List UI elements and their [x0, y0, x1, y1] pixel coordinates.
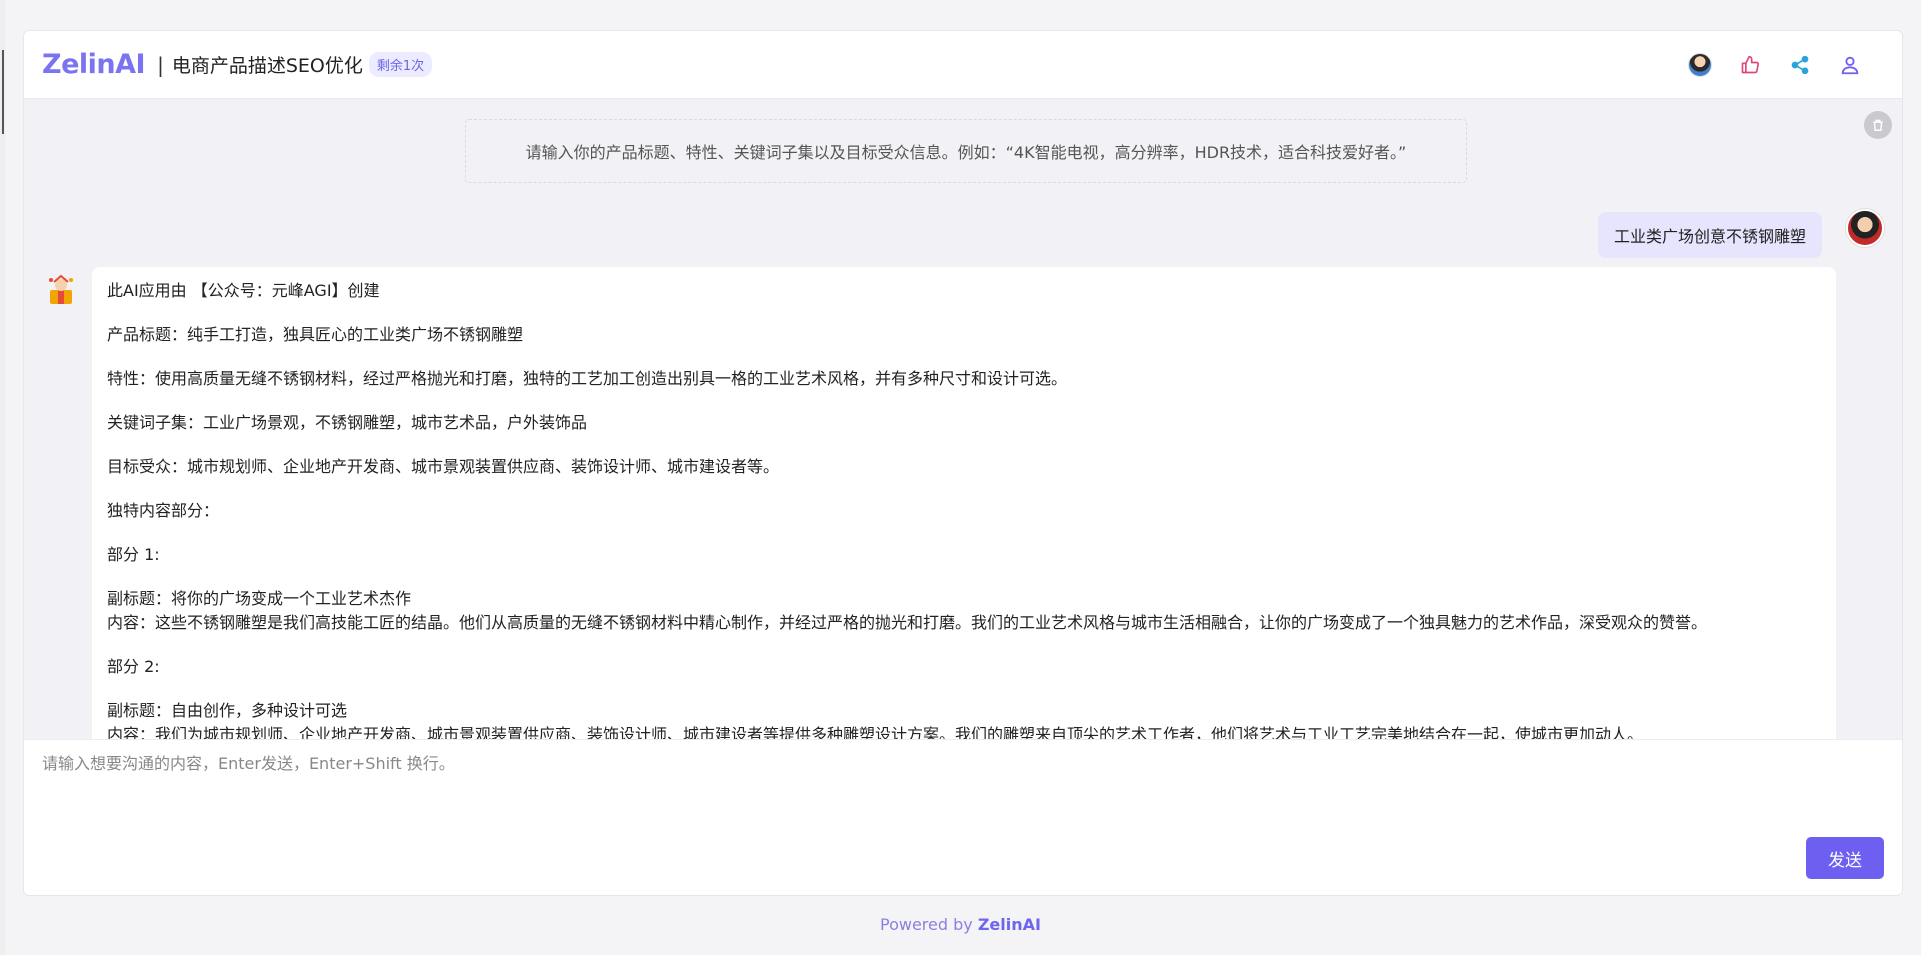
bot-message-line: 此AI应用由 【公众号：元峰AGI】创建 [107, 281, 380, 300]
trash-icon [1873, 119, 1883, 131]
remaining-badge: 剩余1次 [368, 52, 433, 77]
user-avatar-icon[interactable] [1688, 52, 1712, 77]
footer: Powered by ZelinAI [0, 915, 1921, 934]
share-icon[interactable] [1788, 53, 1812, 77]
message-input[interactable] [42, 750, 1442, 810]
header-actions [1688, 52, 1884, 77]
avatar [1688, 52, 1712, 77]
header: ZelinAI | 电商产品描述SEO优化 剩余1次 [24, 31, 1902, 99]
bot-message-line: 独特内容部分： [107, 501, 220, 520]
bot-message-line: 副标题：自由创作，多种设计可选 [107, 701, 348, 720]
logo: ZelinAI [42, 49, 146, 80]
bot-message-line: 部分 2: [107, 657, 160, 676]
bot-message-line: 内容：我们为城市规划师、企业地产开发商、城市景观装置供应商、装饰设计师、城市建设… [107, 725, 1644, 739]
user-message-avatar [1846, 209, 1884, 247]
thumbs-up-icon[interactable] [1738, 53, 1762, 77]
left-scroll-indicator [2, 50, 4, 134]
chat-area: 请输入你的产品标题、特性、关键词子集以及目标受众信息。例如：“4K智能电视，高分… [24, 99, 1902, 739]
send-button[interactable]: 发送 [1806, 837, 1884, 879]
user-message-bubble: 工业类广场创意不锈钢雕塑 [1597, 212, 1822, 258]
clear-chat-button[interactable] [1864, 111, 1892, 139]
app-title: 电商产品描述SEO优化 [171, 55, 363, 77]
bot-message-line: 部分 1: [107, 545, 160, 564]
powered-by-text: Powered by [880, 915, 973, 934]
left-edge-strip [0, 0, 5, 955]
title-separator: | [157, 52, 164, 77]
footer-brand[interactable]: ZelinAI [978, 915, 1041, 934]
user-profile-icon[interactable] [1838, 53, 1862, 77]
bot-message-line: 副标题：将你的广场变成一个工业艺术杰作 [107, 589, 412, 608]
bot-message-bubble: 此AI应用由 【公众号：元峰AGI】创建 产品标题：纯手工打造，独具匠心的工业类… [92, 267, 1836, 739]
bot-message-line: 产品标题：纯手工打造，独具匠心的工业类广场不锈钢雕塑 [107, 325, 524, 344]
bot-message-line: 关键词子集：工业广场景观，不锈钢雕塑，城市艺术品，户外装饰品 [107, 413, 588, 432]
input-hint-box: 请输入你的产品标题、特性、关键词子集以及目标受众信息。例如：“4K智能电视，高分… [465, 119, 1467, 183]
bot-message-line: 特性：使用高质量无缝不锈钢材料，经过严格抛光和打磨，独特的工艺加工创造出别具一格… [107, 369, 1068, 388]
composer: 发送 [24, 739, 1902, 895]
bot-message-line: 内容：这些不锈钢雕塑是我们高技能工匠的结晶。他们从高质量的无缝不锈钢材料中精心制… [107, 613, 1708, 632]
bot-message-line: 目标受众：城市规划师、企业地产开发商、城市景观装置供应商、装饰设计师、城市建设者… [107, 457, 780, 476]
app-window: ZelinAI | 电商产品描述SEO优化 剩余1次 请输入你的产品标题、特性、… [23, 30, 1903, 896]
bot-avatar [44, 274, 78, 308]
